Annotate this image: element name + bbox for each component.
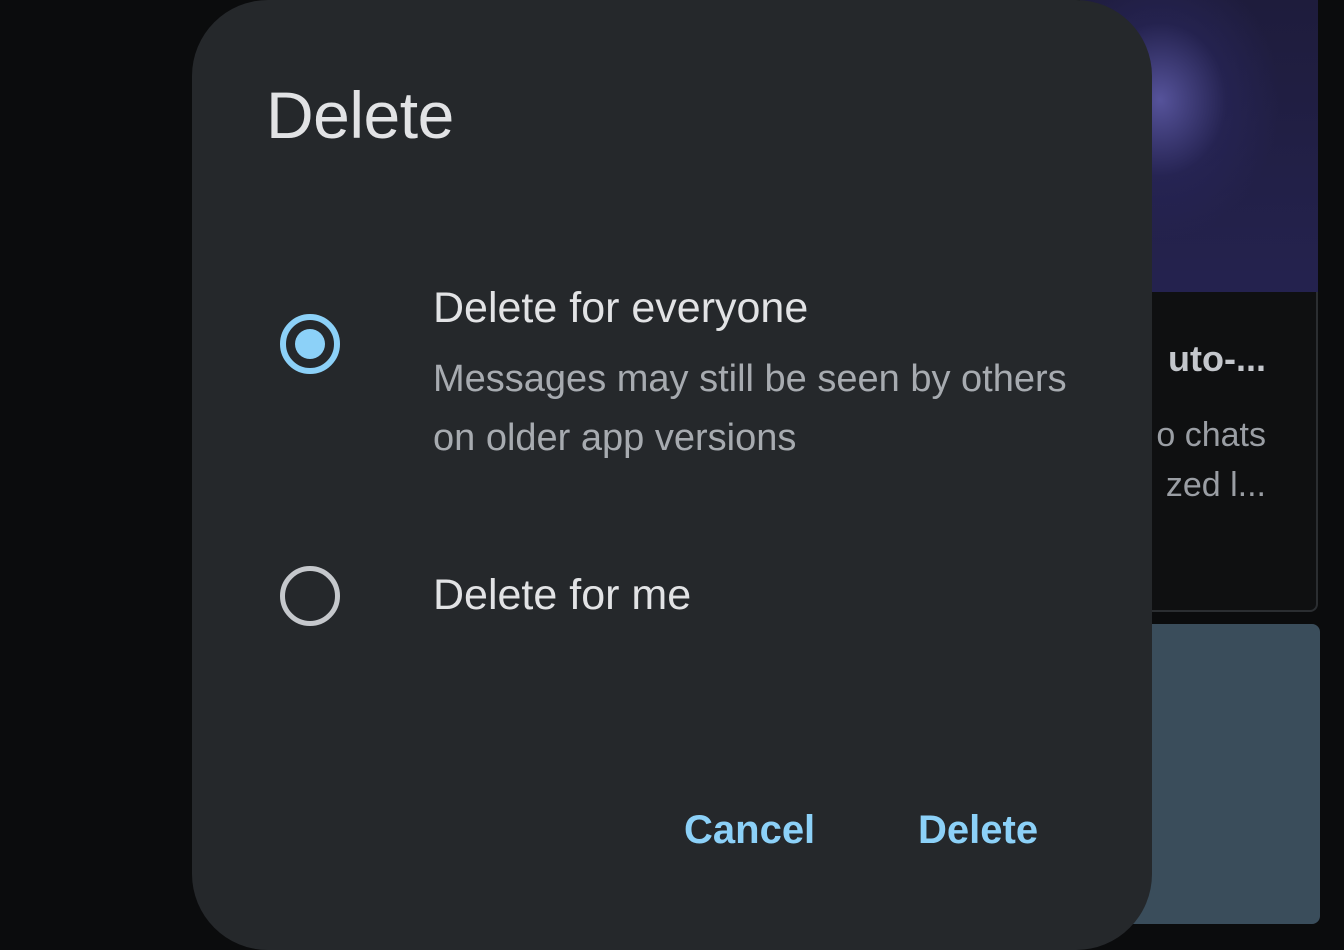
option-label: Delete for me [433,571,692,619]
delete-button[interactable]: Delete [918,810,1038,850]
option-label: Delete for everyone [433,284,809,332]
dialog-title: Delete [266,78,454,152]
background-card-text-line: zed l... [1165,466,1266,504]
delete-dialog: Delete Delete for everyone Messages may … [192,0,1152,950]
background-card-title: uto-... [1168,338,1266,379]
option-delete-for-everyone[interactable]: Delete for everyone Messages may still b… [192,280,1152,480]
cancel-button[interactable]: Cancel [684,810,815,850]
radio-selected-icon[interactable] [280,314,340,374]
option-description: Messages may still be seen by others on … [433,358,1067,459]
background-card-text-line: o chats [1156,416,1266,454]
radio-unselected-icon[interactable] [280,566,340,626]
option-delete-for-me[interactable]: Delete for me [192,560,1152,640]
